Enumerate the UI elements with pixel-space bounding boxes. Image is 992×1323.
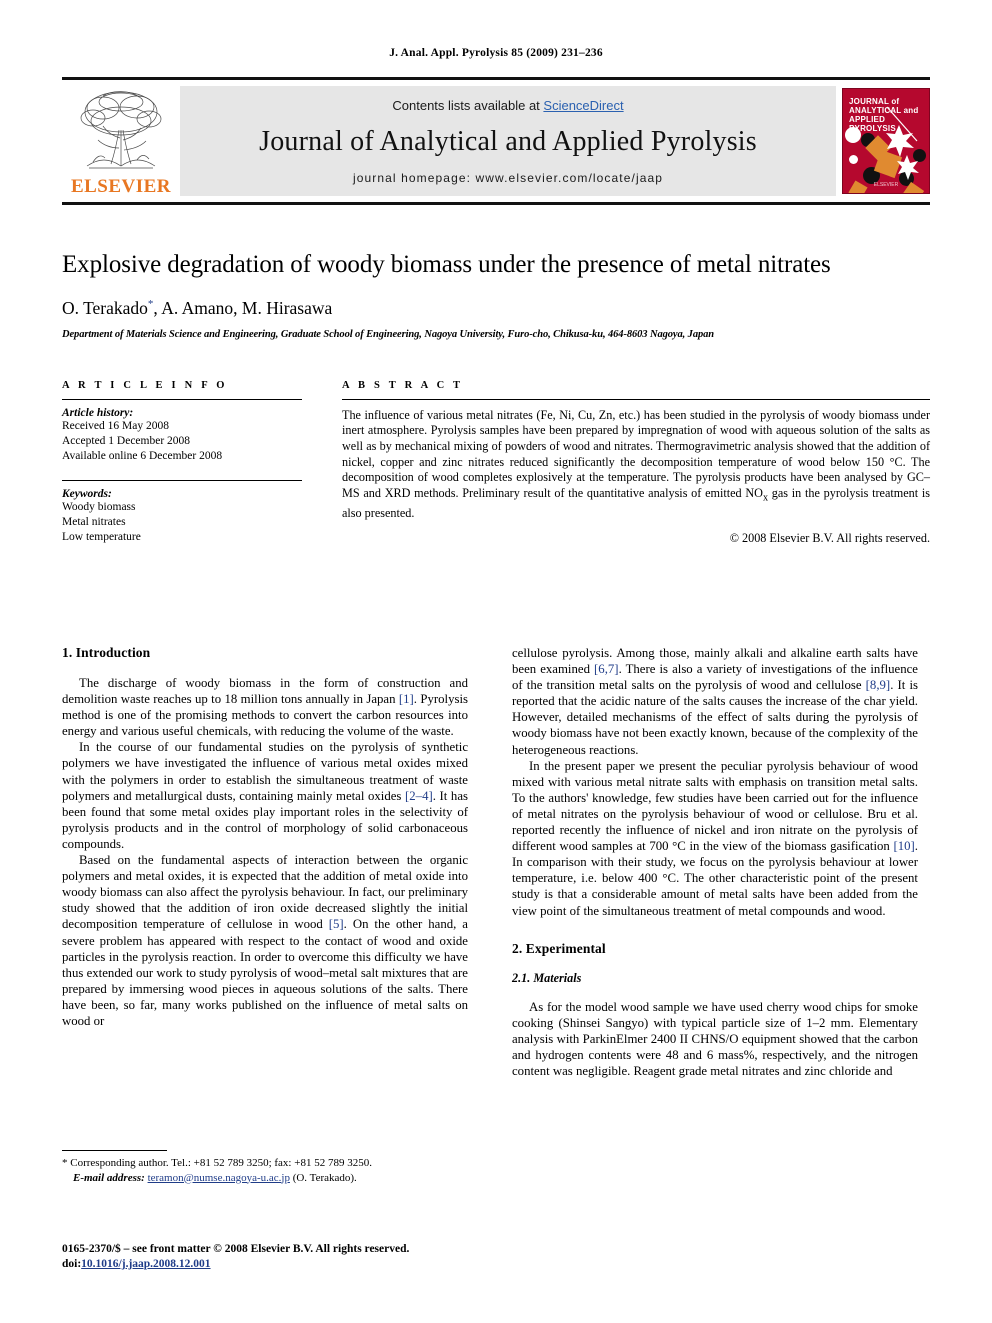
citation-link[interactable]: [6,7]: [594, 662, 619, 676]
doi-label: doi:: [62, 1258, 82, 1270]
citation-link[interactable]: [1]: [399, 692, 414, 706]
page-title: Explosive degradation of woody biomass u…: [62, 251, 831, 278]
article-history-group: Article history: Received 16 May 2008 Ac…: [62, 400, 302, 470]
cover-line-1: JOURNAL of: [849, 97, 900, 106]
paper-page: J. Anal. Appl. Pyrolysis 85 (2009) 231–2…: [0, 0, 992, 1323]
email-line: E-mail address: teramon@numse.nagoya-u.a…: [62, 1171, 468, 1186]
cover-art: JOURNAL of ANALYTICAL and APPLIED PYROLY…: [842, 88, 930, 194]
history-item: Available online 6 December 2008: [62, 449, 223, 462]
copyright-line: © 2008 Elsevier B.V. All rights reserved…: [729, 531, 930, 546]
doi-link[interactable]: 10.1016/j.jaap.2008.12.001: [81, 1258, 210, 1270]
journal-title: Journal of Analytical and Applied Pyroly…: [259, 126, 757, 157]
author-names: O. Terakado*, A. Amano, M. Hirasawa: [62, 297, 333, 318]
title-block: Explosive degradation of woody biomass u…: [62, 251, 930, 340]
footnote-text: Corresponding author. Tel.: +81 52 789 3…: [70, 1157, 372, 1169]
elsevier-logo: ELSEVIER: [62, 86, 180, 196]
right-column: cellulose pyrolysis. Among those, mainly…: [512, 645, 918, 1079]
abstract-column: A B S T R A C T The influence of various…: [342, 380, 930, 551]
issn-copyright-line: 0165-2370/$ – see front matter © 2008 El…: [62, 1243, 410, 1255]
paragraph: In the present paper we present the pecu…: [512, 758, 918, 919]
elsevier-tree-icon: [80, 91, 162, 169]
cover-line-2: ANALYTICAL and: [849, 106, 919, 115]
citation-link[interactable]: [2–4]: [405, 789, 433, 803]
article-info-heading: A R T I C L E I N F O: [62, 379, 228, 391]
footnote-marker: *: [62, 1157, 68, 1169]
cover-title-text: JOURNAL of ANALYTICAL and APPLIED PYROLY…: [849, 97, 929, 133]
corresponding-author-marker[interactable]: *: [148, 298, 154, 310]
cover-line-3: APPLIED PYROLYSIS: [849, 115, 896, 133]
sciencedirect-link[interactable]: ScienceDirect: [543, 98, 623, 113]
email-link[interactable]: teramon@numse.nagoya-u.ac.jp: [148, 1172, 290, 1184]
footnote-rule: [62, 1150, 167, 1151]
elsevier-wordmark: ELSEVIER: [70, 176, 172, 197]
contents-prefix: Contents lists available at: [392, 98, 544, 113]
paragraph: In the course of our fundamental studies…: [62, 739, 468, 852]
journal-homepage[interactable]: journal homepage: www.elsevier.com/locat…: [353, 171, 663, 185]
subsection-heading-materials: 2.1. Materials: [512, 970, 582, 985]
cover-footer-text: ELSEVIER: [873, 182, 899, 188]
history-item: Accepted 1 December 2008: [62, 434, 191, 447]
masthead-center: Contents lists available at ScienceDirec…: [180, 86, 836, 196]
history-item: Received 16 May 2008: [62, 419, 169, 432]
page-footer: 0165-2370/$ – see front matter © 2008 El…: [62, 1242, 562, 1272]
paragraph: cellulose pyrolysis. Among those, mainly…: [512, 645, 918, 758]
paragraph: Based on the fundamental aspects of inte…: [62, 852, 468, 1029]
paragraph: The discharge of woody biomass in the fo…: [62, 675, 468, 739]
corresponding-author-line: * Corresponding author. Tel.: +81 52 789…: [62, 1156, 468, 1171]
email-owner: (O. Terakado).: [292, 1171, 357, 1184]
section-heading-experimental: 2. Experimental: [512, 940, 606, 956]
info-abstract-row: A R T I C L E I N F O Article history: R…: [62, 380, 930, 551]
keyword-item: Woody biomass: [62, 500, 136, 513]
left-column: 1. Introduction The discharge of woody b…: [62, 645, 468, 1079]
paragraph-text: In the present paper we present the pecu…: [512, 758, 918, 854]
keyword-item: Low temperature: [62, 530, 141, 543]
paragraph: As for the model wood sample we have use…: [512, 999, 918, 1078]
citation-link[interactable]: [8,9]: [866, 678, 891, 692]
doi-line: doi:10.1016/j.jaap.2008.12.001: [62, 1257, 562, 1272]
author-list: O. Terakado*, A. Amano, M. Hirasawa: [62, 298, 930, 319]
email-label: E-mail address:: [73, 1171, 145, 1184]
citation-link[interactable]: [10]: [893, 839, 914, 853]
running-head: J. Anal. Appl. Pyrolysis 85 (2009) 231–2…: [389, 47, 603, 59]
body-columns: 1. Introduction The discharge of woody b…: [62, 645, 930, 1079]
keyword-item: Metal nitrates: [62, 515, 126, 528]
keywords-label: Keywords:: [62, 487, 112, 500]
journal-cover-thumbnail[interactable]: JOURNAL of ANALYTICAL and APPLIED PYROLY…: [842, 86, 930, 196]
affiliation: Department of Materials Science and Engi…: [62, 328, 715, 340]
paragraph-text: . On the other hand, a severe problem ha…: [62, 917, 468, 1028]
citation-link[interactable]: [5]: [329, 917, 344, 931]
keywords-group: Keywords: Woody biomass Metal nitrates L…: [62, 481, 302, 551]
article-info-column: A R T I C L E I N F O Article history: R…: [62, 380, 302, 551]
footnote-block: * Corresponding author. Tel.: +81 52 789…: [62, 1150, 468, 1185]
abstract-text: The influence of various metal nitrates …: [342, 400, 930, 522]
abstract-heading: A B S T R A C T: [342, 379, 464, 391]
cover-dot: [887, 193, 898, 194]
journal-masthead: ELSEVIER Contents lists available at Sci…: [62, 77, 930, 205]
section-heading-introduction: 1. Introduction: [62, 645, 151, 660]
contents-available-line: Contents lists available at ScienceDirec…: [392, 98, 623, 113]
article-history-label: Article history:: [62, 406, 134, 419]
